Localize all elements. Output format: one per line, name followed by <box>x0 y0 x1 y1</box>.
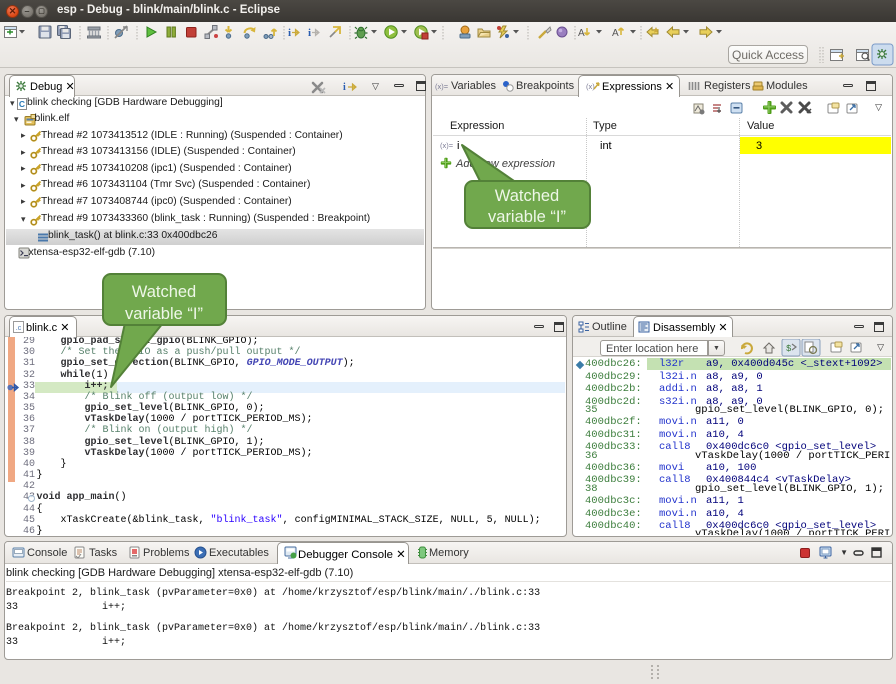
svg-text:variable “I”: variable “I” <box>125 305 203 323</box>
svg-text:A: A <box>578 28 585 39</box>
svg-text:$: $ <box>786 344 792 354</box>
svg-text:variable “I”: variable “I” <box>488 208 566 226</box>
svg-text:C: C <box>19 99 25 109</box>
svg-text:.c: .c <box>16 325 22 332</box>
svg-text:(x)=: (x)= <box>435 82 449 91</box>
svg-text:Watched: Watched <box>495 187 560 205</box>
svg-text:(x): (x) <box>586 82 595 91</box>
svg-text:i: i <box>308 27 311 39</box>
svg-text:A: A <box>612 28 619 39</box>
svg-text:Watched: Watched <box>132 283 197 301</box>
svg-text:i: i <box>343 82 346 93</box>
svg-text:i: i <box>288 27 291 39</box>
